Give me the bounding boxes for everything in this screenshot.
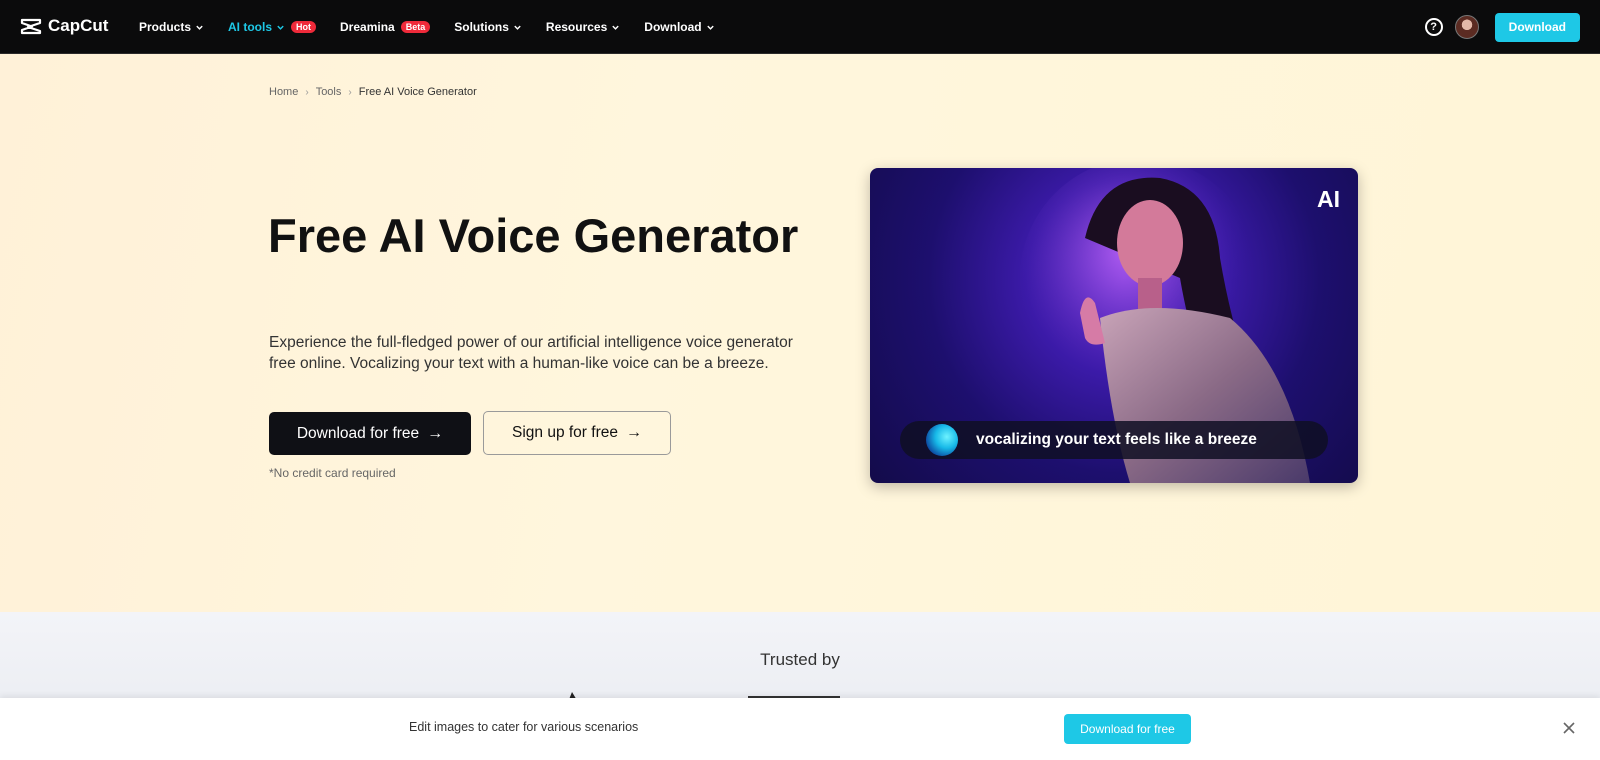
help-icon[interactable]: ? — [1424, 18, 1443, 36]
brand-name: CapCut — [48, 16, 109, 35]
close-icon[interactable] — [1561, 720, 1577, 736]
capcut-logo[interactable]: CapCut — [20, 16, 108, 36]
menu-item-dreamina[interactable]: Dreamina Beta — [340, 20, 431, 34]
voice-orb-icon — [926, 424, 958, 456]
menu-label: Dreamina — [340, 20, 395, 34]
download-for-free-button[interactable]: Download for free → — [269, 412, 471, 455]
trusted-title: Trusted by — [760, 650, 840, 669]
chevron-right-icon: › — [348, 86, 352, 98]
menu-item-download[interactable]: Download — [644, 20, 714, 34]
menu-item-ai-tools[interactable]: AI tools Hot — [228, 20, 317, 34]
breadcrumb-home[interactable]: Home — [269, 86, 298, 98]
menu-item-products[interactable]: Products — [139, 20, 204, 34]
main-menu: Products AI tools Hot Dreamina Beta Solu… — [139, 0, 739, 54]
promo-text: Edit images to cater for various scenari… — [409, 720, 639, 734]
button-label: Download for free — [296, 424, 420, 442]
arrow-right-icon: → — [625, 424, 642, 441]
trusted-by-section: Trusted by — [0, 612, 1600, 702]
bottom-download-button[interactable]: Download for free — [1064, 714, 1191, 744]
chevron-down-icon — [277, 25, 284, 30]
chevron-down-icon — [612, 25, 619, 30]
beta-badge: Beta — [400, 21, 431, 33]
breadcrumb-tools[interactable]: Tools — [316, 86, 342, 98]
menu-label: Resources — [545, 20, 608, 34]
breadcrumb: Home › Tools › Free AI Voice Generator — [269, 86, 477, 98]
chevron-right-icon: › — [305, 86, 309, 98]
menu-label: Download — [644, 20, 702, 34]
caption-pill: vocalizing your text feels like a breeze — [900, 421, 1328, 459]
hero-section: Home › Tools › Free AI Voice Generator F… — [0, 54, 1600, 612]
menu-item-resources[interactable]: Resources — [546, 20, 620, 34]
nav-actions: ? Download — [1424, 0, 1580, 54]
menu-label: Products — [139, 20, 192, 34]
menu-item-solutions[interactable]: Solutions — [454, 20, 522, 34]
capcut-logo-icon — [20, 18, 42, 35]
breadcrumb-current: Free AI Voice Generator — [358, 86, 477, 98]
avatar[interactable] — [1454, 15, 1479, 39]
page-title: Free AI Voice Generator — [268, 209, 799, 262]
hot-badge: Hot — [291, 21, 317, 33]
menu-label: AI tools — [228, 20, 273, 34]
caption-text: vocalizing your text feels like a breeze — [976, 431, 1257, 448]
chevron-down-icon — [706, 25, 714, 30]
sign-up-for-free-button[interactable]: Sign up for free → — [483, 411, 671, 455]
ai-badge: AI — [1317, 186, 1340, 212]
button-label: Sign up for free — [512, 424, 618, 441]
top-navbar: CapCut Products AI tools Hot Dreamina Be… — [0, 0, 1600, 54]
hero-media-preview: AI vocalizing your text feels like a bre… — [870, 168, 1358, 483]
chevron-down-icon — [196, 25, 203, 30]
no-credit-card-note: *No credit card required — [269, 466, 396, 480]
nav-download-button[interactable]: Download — [1494, 12, 1580, 42]
hero-description: Experience the full-fledged power of our… — [269, 334, 793, 372]
bottom-promo-bar: Edit images to cater for various scenari… — [0, 698, 1600, 760]
chevron-down-icon — [514, 25, 521, 30]
menu-label: Solutions — [454, 20, 509, 34]
arrow-right-icon: → — [427, 424, 444, 442]
